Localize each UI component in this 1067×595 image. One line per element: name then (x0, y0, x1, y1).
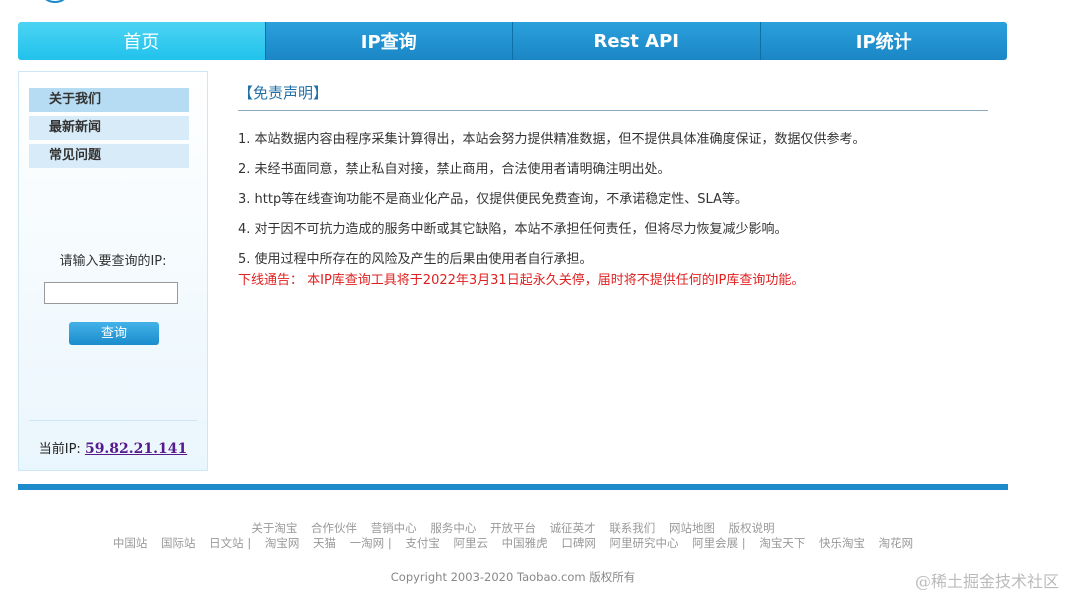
main-content: 【免责声明】 1. 本站数据内容由程序采集计算得出，本站会努力提供精准数据，但不… (238, 80, 988, 291)
footer-link[interactable]: 版权说明 (729, 521, 775, 535)
footer-divider-bar (18, 484, 1008, 490)
page-title: 【免责声明】 (238, 80, 988, 111)
sidebar-item-faq[interactable]: 常见问题 (29, 144, 189, 168)
footer-link[interactable]: 开放平台 (490, 521, 536, 535)
footer-link[interactable]: 诚征英才 (550, 521, 596, 535)
footer-link[interactable]: 联系我们 (609, 521, 655, 535)
footer-link[interactable]: 阿里研究中心 (609, 536, 678, 550)
footer-link[interactable]: 关于淘宝 (251, 521, 297, 535)
footer-link[interactable]: 日文站 (209, 536, 251, 550)
sidebar-menu: 关于我们 最新新闻 常见问题 (29, 88, 189, 172)
footer-link[interactable]: 支付宝 (405, 536, 440, 550)
footer-link[interactable]: 合作伙伴 (311, 521, 357, 535)
footer-link[interactable]: 口碑网 (561, 536, 596, 550)
logo-icon (45, 0, 65, 3)
main-nav: 首页 IP查询 Rest API IP统计 (18, 22, 1007, 60)
footer-link[interactable]: 淘宝天下 (759, 536, 805, 550)
footer-link[interactable]: 阿里会展 (692, 536, 746, 550)
sidebar-item-news[interactable]: 最新新闻 (29, 116, 189, 140)
disclaimer-item: 2. 未经书面同意，禁止私自对接，禁止商用，合法使用者请明确注明出处。 (238, 162, 671, 177)
footer-link[interactable]: 中国站 (113, 536, 148, 550)
current-ip-label: 当前IP: (38, 442, 81, 457)
query-button[interactable]: 查询 (69, 322, 159, 345)
nav-item-rest-api[interactable]: Rest API (513, 22, 761, 60)
nav-item-ip-query[interactable]: IP查询 (265, 22, 513, 60)
footer-links-row-1: 关于淘宝 合作伙伴 营销中心 服务中心 开放平台 诚征英才 联系我们 网站地图 … (0, 520, 1026, 536)
query-label: 请输入要查询的IP: (59, 254, 167, 269)
sidebar: 关于我们 最新新闻 常见问题 请输入要查询的IP: 查询 当前IP: 59.82… (18, 71, 208, 471)
current-ip: 当前IP: 59.82.21.141 (19, 438, 207, 457)
disclaimer-item: 1. 本站数据内容由程序采集计算得出，本站会努力提供精准数据，但不提供具体准确度… (238, 132, 866, 147)
nav-item-ip-stats[interactable]: IP统计 (760, 22, 1007, 60)
footer-link[interactable]: 服务中心 (430, 521, 476, 535)
footer-link[interactable]: 营销中心 (371, 521, 417, 535)
footer-link[interactable]: 中国雅虎 (502, 536, 548, 550)
copyright-text: Copyright 2003-2020 Taobao.com 版权所有 (390, 570, 636, 584)
sidebar-item-about[interactable]: 关于我们 (29, 88, 189, 112)
shutdown-notice: 下线通告： 本IP库查询工具将于2022年3月31日起永久关停，届时将不提供任何… (238, 273, 805, 288)
footer-link[interactable]: 淘宝网 (265, 536, 300, 550)
footer-link[interactable]: 阿里云 (454, 536, 489, 550)
footer-link[interactable]: 淘花网 (879, 536, 914, 550)
disclaimer-item: 3. http等在线查询功能不是商业化产品，仅提供便民免费查询，不承诺稳定性、S… (238, 192, 748, 207)
disclaimer-list: 1. 本站数据内容由程序采集计算得出，本站会努力提供精准数据，但不提供具体准确度… (238, 125, 988, 275)
current-ip-link[interactable]: 59.82.21.141 (85, 441, 187, 457)
footer-link[interactable]: 国际站 (161, 536, 196, 550)
footer-link[interactable]: 一淘网 (350, 536, 392, 550)
watermark: @稀土掘金技术社区 (914, 572, 1059, 591)
nav-item-home[interactable]: 首页 (18, 22, 266, 60)
disclaimer-item: 4. 对于因不可抗力造成的服务中断或其它缺陷，本站不承担任何责任，但将尽力恢复减… (238, 222, 788, 237)
ip-query-input[interactable] (44, 282, 178, 304)
footer-link[interactable]: 网站地图 (669, 521, 715, 535)
footer-links-row-2: 中国站 国际站 日文站 淘宝网 天猫 一淘网 支付宝 阿里云 中国雅虎 口碑网 … (0, 535, 1026, 551)
footer-link[interactable]: 天猫 (313, 536, 336, 550)
sidebar-divider (29, 420, 197, 421)
footer-link[interactable]: 快乐淘宝 (819, 536, 865, 550)
